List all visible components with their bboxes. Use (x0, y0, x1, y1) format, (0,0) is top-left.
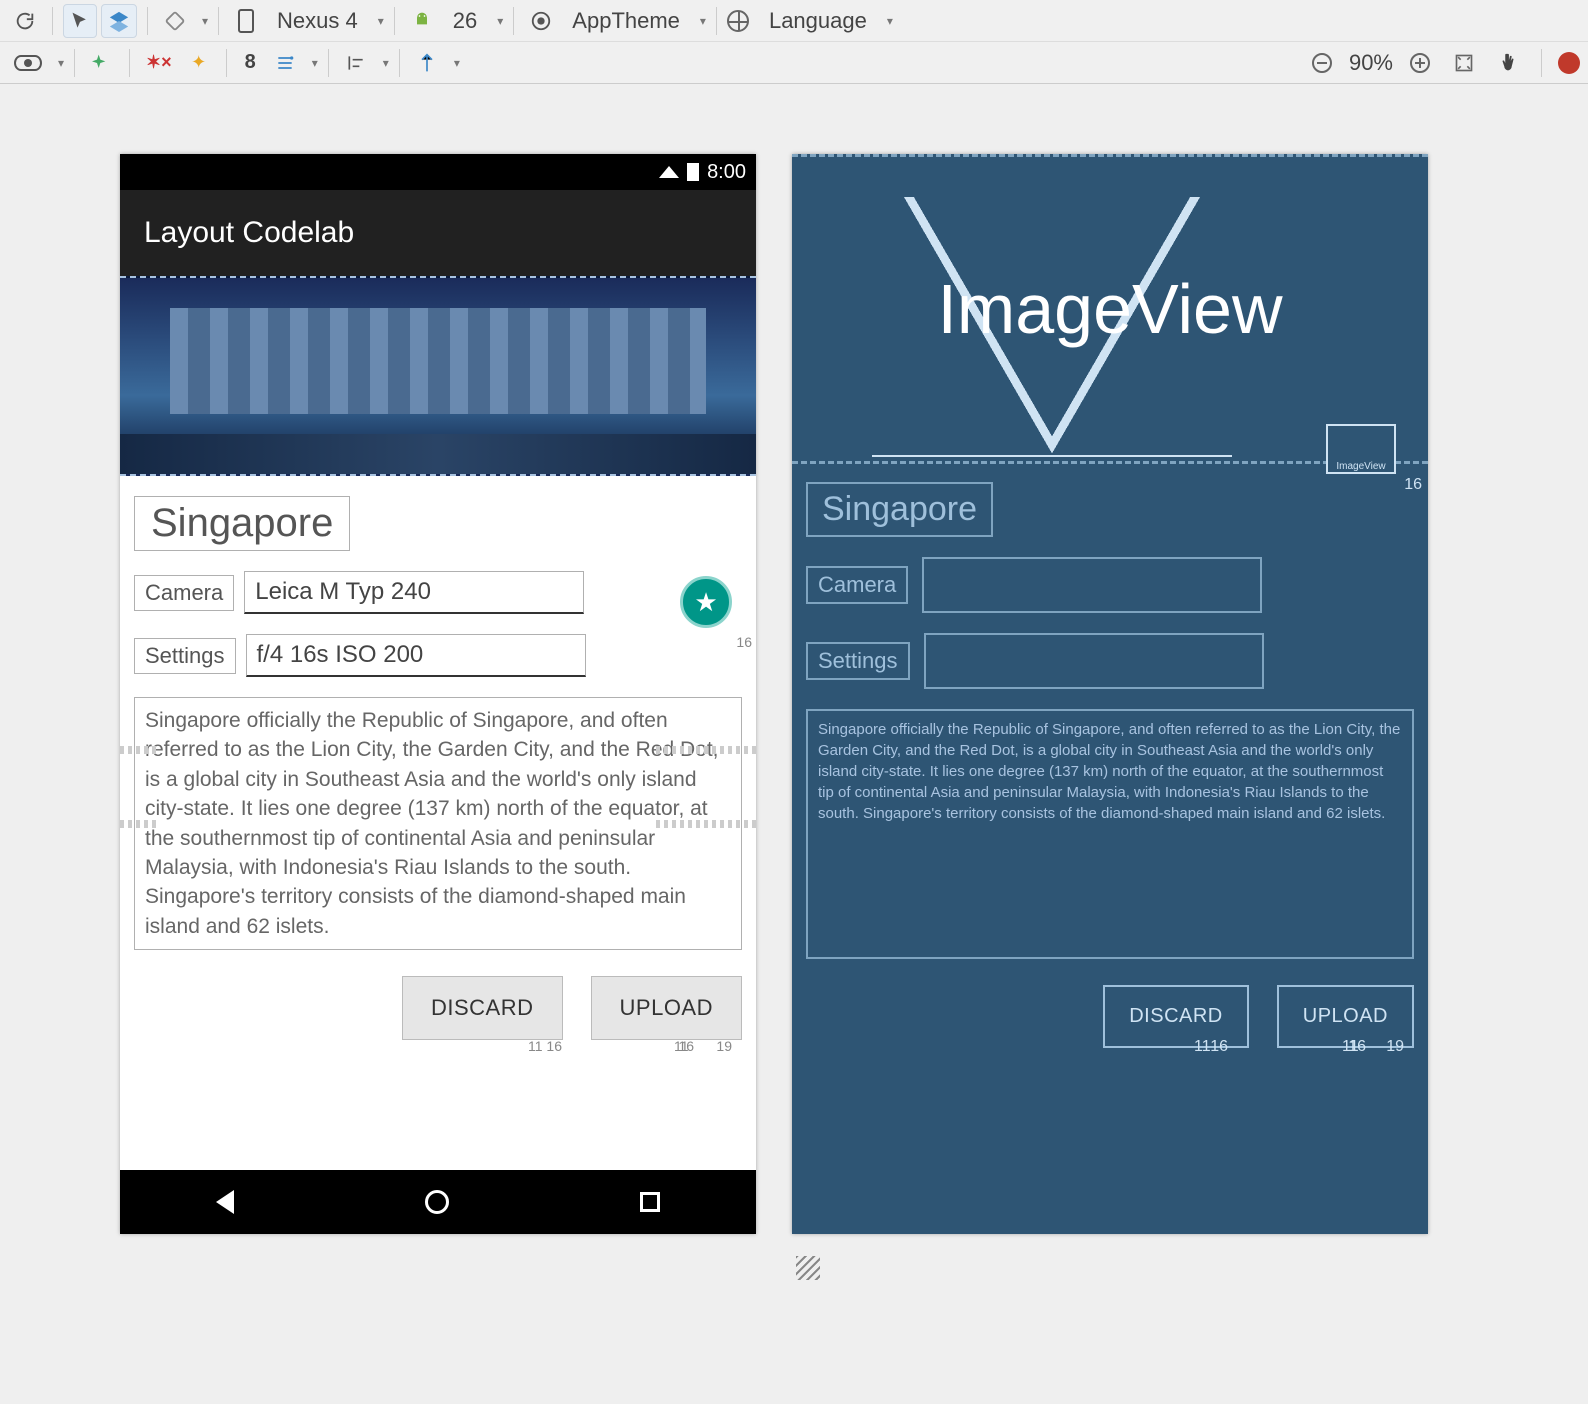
device-dropdown-icon[interactable]: ▾ (378, 14, 384, 28)
design-preview[interactable]: 8:00 Layout Codelab 16 Singapore Camera … (120, 154, 756, 1234)
android-icon (405, 4, 439, 38)
constraint-spring-icon (120, 820, 158, 828)
options-toolbar: ▾ ✶× ✦ 8 ▾ ▾ ▾ 90% (0, 42, 1588, 84)
rotate-icon[interactable] (158, 4, 192, 38)
autoconnect-icon[interactable] (85, 46, 119, 80)
header-image[interactable] (120, 276, 756, 476)
wifi-icon (659, 166, 679, 178)
battery-icon (687, 163, 699, 181)
clear-constraints-icon[interactable]: ✶× (140, 46, 178, 80)
layers-icon[interactable] (101, 4, 137, 38)
back-icon (216, 1190, 234, 1214)
constraint-spring-icon (120, 746, 158, 754)
bp-header-image[interactable]: ImageView (792, 154, 1428, 464)
bp-title-text[interactable]: Singapore (806, 482, 993, 537)
margin-label: 19 (1386, 1038, 1404, 1056)
constraint-layout[interactable]: 16 Singapore Camera Leica M Typ 240 Sett… (120, 276, 756, 1170)
settings-label[interactable]: Settings (134, 638, 236, 674)
app-title: Layout Codelab (144, 216, 354, 250)
status-bar: 8:00 (120, 154, 756, 190)
bp-image-label: ImageView (937, 269, 1282, 349)
refresh-icon[interactable] (8, 4, 42, 38)
bp-form-area: Singapore Camera Settings Singapore offi… (792, 464, 1428, 1066)
camera-field[interactable]: Leica M Typ 240 (244, 571, 584, 614)
default-margin-value[interactable]: 8 (237, 51, 264, 74)
align-icon[interactable] (339, 46, 373, 80)
pan-icon[interactable] (1491, 46, 1525, 80)
device-selector[interactable]: Nexus 4 (267, 8, 368, 34)
bp-camera-label[interactable]: Camera (806, 566, 908, 604)
settings-field[interactable]: f/4 16s ISO 200 (246, 634, 586, 677)
discard-button[interactable]: DISCARD (402, 976, 563, 1040)
margin-label: 16 (678, 1038, 694, 1054)
view-dropdown-icon[interactable]: ▾ (58, 56, 64, 70)
margin-dropdown-icon[interactable]: ▾ (312, 56, 318, 70)
fit-screen-icon[interactable] (1447, 46, 1481, 80)
guidelines-icon[interactable] (410, 46, 444, 80)
bp-settings-label[interactable]: Settings (806, 642, 910, 680)
margin-label: 16 (546, 1038, 562, 1054)
system-nav-bar (120, 1170, 756, 1234)
layout-canvas[interactable]: 8:00 Layout Codelab 16 Singapore Camera … (0, 84, 1588, 1404)
bp-camera-field[interactable] (922, 557, 1262, 613)
bp-settings-field[interactable] (924, 633, 1264, 689)
errors-icon[interactable] (1558, 52, 1580, 74)
clock: 8:00 (707, 161, 746, 184)
title-text[interactable]: Singapore (134, 496, 350, 551)
description-text[interactable]: Singapore officially the Republic of Sin… (134, 697, 742, 950)
locale-icon (727, 10, 749, 32)
theme-dropdown-icon[interactable]: ▾ (700, 14, 706, 28)
margin-label: 11 (1194, 1038, 1211, 1056)
design-toolbar: ▾ Nexus 4 ▾ 26 ▾ AppTheme ▾ Language ▾ (0, 0, 1588, 42)
select-mode-icon[interactable] (63, 4, 97, 38)
language-selector[interactable]: Language (759, 8, 877, 34)
language-dropdown-icon[interactable]: ▾ (887, 14, 893, 28)
view-options-icon[interactable] (8, 46, 48, 80)
constraint-spring-icon (656, 820, 756, 828)
bp-description-text[interactable]: Singapore officially the Republic of Sin… (806, 709, 1414, 959)
zoom-in-icon[interactable] (1403, 46, 1437, 80)
rotate-dropdown-icon[interactable]: ▾ (202, 14, 208, 28)
camera-label[interactable]: Camera (134, 575, 234, 611)
api-selector[interactable]: 26 (443, 8, 487, 34)
zoom-level[interactable]: 90% (1349, 50, 1393, 76)
api-dropdown-icon[interactable]: ▾ (497, 14, 503, 28)
theme-selector[interactable]: AppTheme (562, 8, 690, 34)
guidelines-dropdown-icon[interactable]: ▾ (454, 56, 460, 70)
resize-handle-icon[interactable] (796, 1256, 820, 1280)
home-icon (425, 1190, 449, 1214)
device-icon (229, 4, 263, 38)
blueprint-preview[interactable]: ImageView ImageView 16 Singapore Camera … (792, 154, 1428, 1234)
app-bar: Layout Codelab (120, 190, 756, 276)
margin-icon[interactable] (268, 46, 302, 80)
margin-label: 16 (1348, 1038, 1366, 1056)
theme-icon (524, 4, 558, 38)
margin-label: 11 (528, 1038, 543, 1054)
recents-icon (640, 1192, 660, 1212)
margin-label: 16 (1210, 1038, 1228, 1056)
form-area: Singapore Camera Leica M Typ 240 Setting… (120, 476, 756, 1060)
infer-constraints-icon[interactable]: ✦ (182, 46, 216, 80)
margin-label: 19 (716, 1038, 732, 1054)
upload-button[interactable]: UPLOAD (591, 976, 742, 1040)
align-dropdown-icon[interactable]: ▾ (383, 56, 389, 70)
constraint-spring-icon (656, 746, 756, 754)
zoom-out-icon[interactable] (1305, 46, 1339, 80)
